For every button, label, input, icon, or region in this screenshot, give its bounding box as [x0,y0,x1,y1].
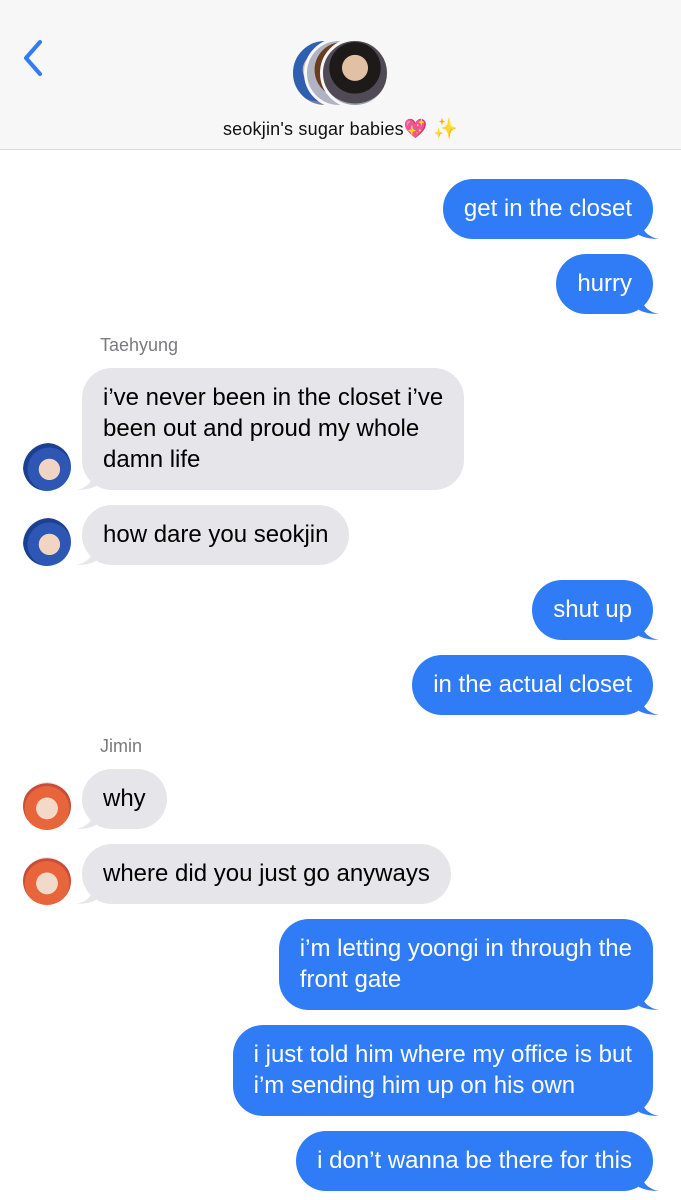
bubble-tail [639,988,659,1010]
bubble-tail [76,807,96,829]
chevron-left-icon[interactable] [20,38,46,78]
sender-name: Taehyung [100,335,179,355]
outgoing-message[interactable]: i just told him where my office is but i… [232,1025,659,1116]
message-text: why [103,785,146,812]
incoming-message[interactable]: where did you just go anyways [76,844,451,904]
sparkling-heart-icon: 💖 [403,118,428,140]
bubble-tail [76,882,96,904]
message-line: i’ve never been in the closet i’ve [103,384,444,411]
incoming-message[interactable]: i’ve never been in the closet i’ve been … [76,368,465,490]
message-text: shut up [553,596,632,623]
incoming-message[interactable]: why [76,769,167,829]
message-line: damn life [103,446,201,473]
outgoing-message[interactable]: hurry [556,254,659,314]
outgoing-message[interactable]: i don’t wanna be there for this [296,1131,659,1191]
avatar[interactable] [23,782,71,830]
message-line: i’m sending him up on his own [253,1072,576,1099]
message-line: front gate [299,966,402,993]
message-text: in the actual closet [433,671,632,698]
message-text: i don’t wanna be there for this [317,1147,632,1174]
message-line: i’m letting yoongi in through the [299,935,632,962]
outgoing-message[interactable]: shut up [532,580,659,640]
avatar[interactable] [23,857,71,905]
message-text: get in the closet [463,195,632,222]
group-avatar-stack[interactable] [290,38,392,108]
bubble-tail [639,1094,659,1116]
group-name[interactable]: seokjin's sugar babies💖 ✨ [0,116,681,140]
bubble-tail [639,1169,659,1191]
sender-name: Jimin [100,736,143,756]
message-text: hurry [577,270,632,297]
bubble-tail [639,693,659,715]
avatar[interactable] [23,443,71,491]
conversation-header: seokjin's sugar babies💖 ✨ [0,0,681,150]
outgoing-message[interactable]: in the actual closet [412,655,659,715]
bubble-tail [639,292,659,314]
sparkles-icon: ✨ [432,116,459,140]
message-text: how dare you seokjin [103,521,329,548]
bubble-tail [639,217,659,239]
avatar[interactable] [23,518,71,566]
message-text: where did you just go anyways [103,860,430,887]
outgoing-message[interactable]: i’m letting yoongi in through the front … [278,919,659,1010]
message-line: i just told him where my office is but [253,1041,632,1068]
bubble-tail [639,618,659,640]
group-avatar [320,38,390,108]
bubble-tail [76,468,96,490]
group-name-text: seokjin's sugar babies [222,119,404,139]
incoming-message[interactable]: how dare you seokjin [76,505,350,565]
bubble-tail [76,543,96,565]
message-line: been out and proud my whole [103,415,420,442]
outgoing-message[interactable]: get in the closet [442,179,659,239]
